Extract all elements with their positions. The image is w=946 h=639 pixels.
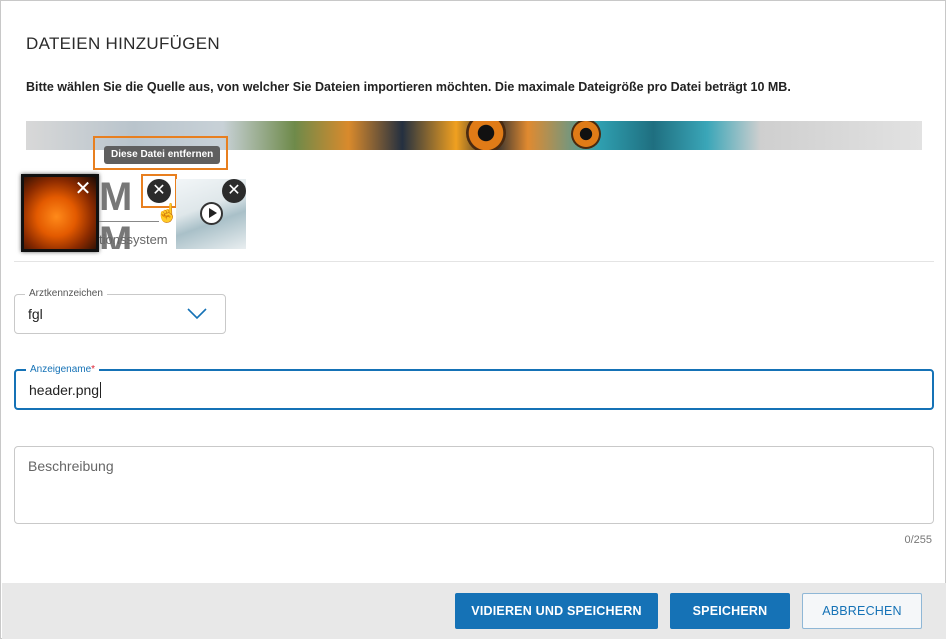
section-divider (14, 261, 934, 262)
chevron-down-icon[interactable] (187, 308, 207, 320)
remove-file-close-icon[interactable]: ✕ (147, 179, 171, 203)
anzeigename-value: header.png (29, 382, 102, 398)
anzeigename-input[interactable]: Anzeigename* header.png (14, 363, 934, 410)
logo-divider (99, 221, 159, 222)
character-counter: 0/255 (904, 534, 932, 546)
beschreibung-placeholder: Beschreibung (28, 458, 114, 474)
remove-file-tooltip: Diese Datei entfernen (104, 146, 221, 164)
remove-file-close-icon[interactable]: ✕ (73, 179, 93, 199)
beschreibung-textarea[interactable]: Beschreibung (14, 446, 934, 524)
save-button[interactable]: SPEICHERN (670, 593, 790, 629)
arztkennzeichen-label: Arztkennzeichen (25, 287, 107, 301)
validate-and-save-button[interactable]: VIDIEREN UND SPEICHERN (455, 593, 658, 629)
logo-subtitle: tionssystem (99, 232, 168, 247)
dialog-intro-text: Bitte wählen Sie die Quelle aus, von wel… (26, 80, 791, 94)
dialog-title: DATEIEN HINZUFÜGEN (26, 34, 220, 53)
cancel-button[interactable]: ABBRECHEN (802, 593, 922, 629)
remove-file-close-icon[interactable]: ✕ (222, 179, 246, 203)
banner-graphic (571, 121, 601, 149)
anzeigename-label: Anzeigename* (26, 363, 100, 377)
play-icon[interactable] (200, 202, 223, 225)
banner-graphic (466, 121, 506, 150)
arztkennzeichen-select[interactable]: Arztkennzeichen fgl (14, 287, 226, 334)
arztkennzeichen-value: fgl (28, 306, 43, 322)
add-files-dialog: DATEIEN HINZUFÜGEN Bitte wählen Sie die … (0, 0, 946, 639)
